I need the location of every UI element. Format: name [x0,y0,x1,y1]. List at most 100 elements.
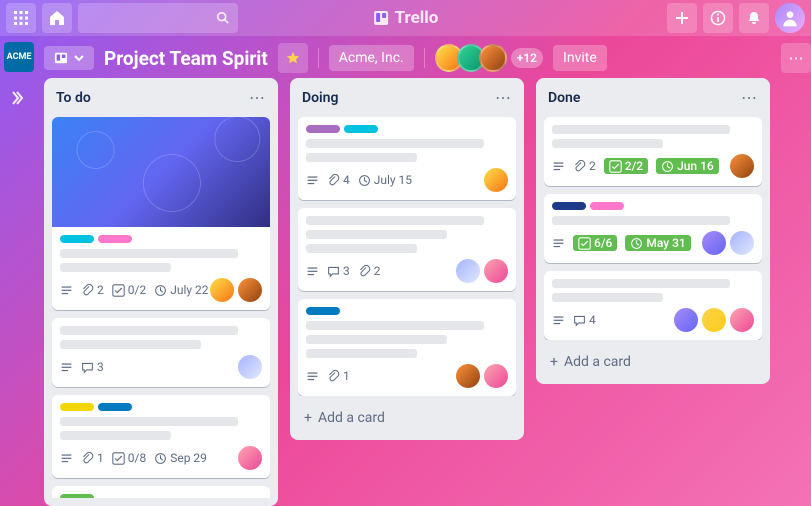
comments-badge: 4 [573,313,596,327]
add-card-button[interactable]: +Add a card [544,348,762,376]
description-icon [552,160,565,173]
card[interactable]: 2 2/2 Jun 16 [544,117,762,186]
list-cards: 4 July 15 3 2 [298,117,516,396]
member-avatar[interactable] [479,44,507,72]
notifications-button[interactable] [739,3,769,33]
label-teal [344,125,378,133]
trello-icon [373,10,389,26]
card-member-avatar[interactable] [484,364,508,388]
comments-badge: 3 [327,264,350,278]
board-title[interactable]: Project Team Spirit [104,47,268,70]
list-title[interactable]: Done [548,90,580,106]
org-name: Acme, Inc. [339,50,404,66]
card-member-avatar[interactable] [730,154,754,178]
brand-logo[interactable]: Trello [373,8,439,28]
list-todo: To do ⋯ 2 0/2 July 22 [44,78,278,506]
label-pink [590,202,624,210]
card[interactable] [52,486,270,498]
label-pink [98,235,132,243]
card-member-avatar[interactable] [702,231,726,255]
label-dark-blue [552,202,586,210]
list-menu-button[interactable]: ⋯ [249,88,266,107]
list-cards: 2 2/2 Jun 16 6/6 May 31 [544,117,762,340]
list-menu-button[interactable]: ⋯ [495,88,512,107]
card[interactable]: 6/6 May 31 [544,194,762,263]
attachments-badge: 2 [358,264,381,278]
card[interactable]: 2 0/2 July 22 [52,117,270,310]
card[interactable]: 1 [298,299,516,396]
card[interactable]: 4 July 15 [298,117,516,200]
card-cover [52,117,270,227]
due-complete-badge: May 31 [625,235,690,251]
board-area: To do ⋯ 2 0/2 July 22 [44,78,805,506]
card[interactable]: 3 2 [298,208,516,291]
card-member-avatar[interactable] [238,278,262,302]
chevron-down-icon [74,53,84,63]
search-input[interactable] [78,3,238,33]
card[interactable]: 3 [52,318,270,387]
info-button[interactable] [703,3,733,33]
home-button[interactable] [42,3,72,33]
card-member-avatar[interactable] [238,446,262,470]
description-icon [552,237,565,250]
description-icon [552,314,565,327]
user-avatar[interactable] [775,3,805,33]
workspace-tile[interactable]: ACME [4,42,34,72]
description-icon [60,361,73,374]
due-date-badge: July 15 [358,173,412,187]
attachments-badge: 2 [81,283,104,297]
description-icon [306,174,319,187]
comments-badge: 3 [81,360,104,374]
add-card-button[interactable]: +Add a card [298,404,516,432]
label-purple [306,125,340,133]
checklist-badge: 0/2 [112,283,146,297]
card-member-avatar[interactable] [674,308,698,332]
board-members[interactable]: +12 [435,44,543,72]
card-member-avatar[interactable] [730,231,754,255]
description-icon [60,452,73,465]
description-icon [306,370,319,383]
description-icon [60,284,73,297]
attachments-badge: 1 [327,369,350,383]
card-member-avatar[interactable] [484,259,508,283]
list-title[interactable]: To do [56,90,91,106]
checklist-complete-badge: 2/2 [604,158,648,174]
board-bar: Project Team Spirit Acme, Inc. +12 Invit… [0,38,811,78]
list-done: Done ⋯ 2 2/2 Jun 16 [536,78,770,384]
attachments-badge: 2 [573,159,596,173]
card-member-avatar[interactable] [456,259,480,283]
list-cards: 2 0/2 July 22 3 [52,117,270,498]
due-date-badge: Sep 29 [154,451,207,465]
org-button[interactable]: Acme, Inc. [329,45,414,71]
card[interactable]: 1 0/8 Sep 29 [52,395,270,478]
card-member-avatar[interactable] [238,355,262,379]
card-member-avatar[interactable] [730,308,754,332]
card-member-avatar[interactable] [484,168,508,192]
expand-sidebar-button[interactable] [9,90,29,110]
card-member-avatar[interactable] [210,278,234,302]
checklist-badge: 0/8 [112,451,146,465]
due-complete-badge: Jun 16 [656,158,719,174]
create-button[interactable] [667,3,697,33]
list-title[interactable]: Doing [302,90,338,106]
list-menu-button[interactable]: ⋯ [741,88,758,107]
card-member-avatar[interactable] [456,364,480,388]
board-visibility-toggle[interactable] [44,46,94,70]
overflow-members[interactable]: +12 [511,48,543,68]
apps-menu-button[interactable] [6,3,36,33]
card[interactable]: 4 [544,271,762,340]
left-rail: ACME [0,36,38,506]
list-doing: Doing ⋯ 4 July 15 [290,78,524,440]
label-teal [60,235,94,243]
label-green [60,494,94,498]
brand-text: Trello [395,8,439,28]
board-menu-button[interactable]: ⋯ [781,43,811,73]
label-blue [306,307,340,315]
attachments-badge: 1 [81,451,104,465]
label-blue [98,403,132,411]
checklist-complete-badge: 6/6 [573,235,617,251]
search-icon [216,11,230,25]
card-member-avatar[interactable] [702,308,726,332]
invite-button[interactable]: Invite [553,45,607,71]
star-board-button[interactable] [278,43,308,73]
